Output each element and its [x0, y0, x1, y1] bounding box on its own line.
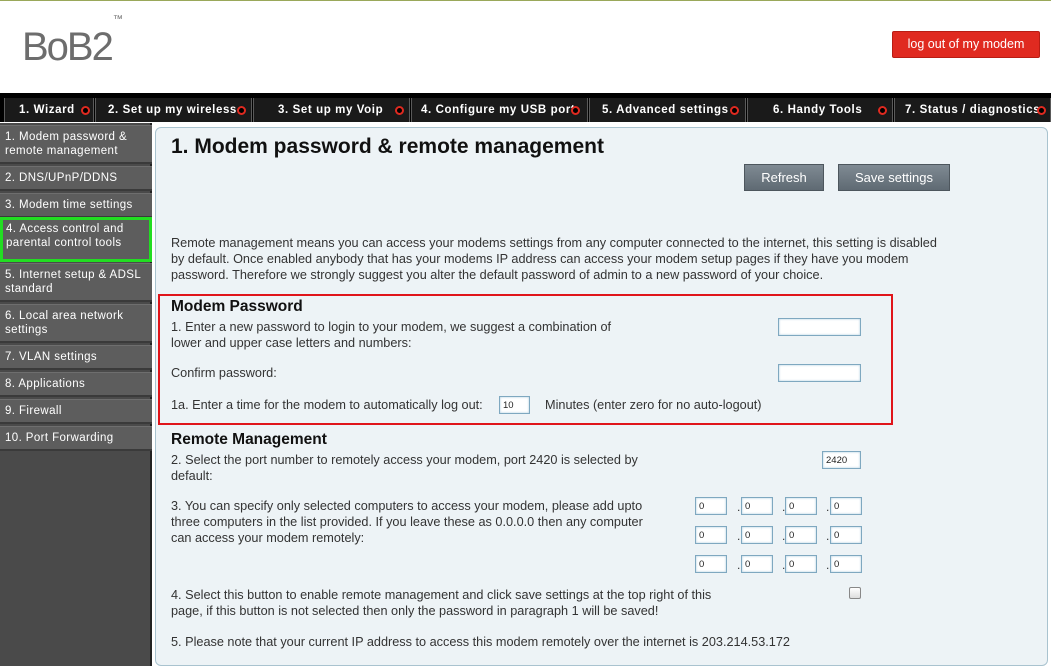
tab-indicator-icon [395, 106, 404, 115]
ip-octet-input[interactable] [830, 555, 862, 573]
tab-advanced[interactable]: 5. Advanced settings [589, 98, 746, 122]
port-text: 2. Select the port number to remotely ac… [171, 453, 638, 483]
sidebar-item-label: 2. DNS/UPnP/DDNS [5, 172, 118, 184]
tab-label: 5. Advanced settings [602, 104, 729, 116]
ip-octet-input[interactable] [695, 497, 727, 515]
logout-button[interactable]: log out of my modem [892, 31, 1040, 58]
sidebar-item-lan[interactable]: 6. Local area network settings [0, 304, 152, 343]
logout-time-label: 1a. Enter a time for the modem to automa… [171, 398, 483, 412]
sidebar-item-internet-setup[interactable]: 5. Internet setup & ADSL standard [0, 263, 152, 302]
logout-time-input[interactable] [499, 396, 530, 414]
ip-separator: . [737, 500, 741, 514]
sidebar-item-label: 10. Port Forwarding [5, 432, 114, 444]
tab-indicator-icon [730, 106, 739, 115]
modem-password-heading: Modem Password [171, 298, 303, 315]
tab-indicator-icon [1037, 106, 1046, 115]
allowed-computers-text: 3. You can specify only selected compute… [171, 499, 643, 545]
sidebar-item-vlan[interactable]: 7. VLAN settings [0, 345, 152, 370]
ip-separator: . [737, 558, 741, 572]
ip-octet-input[interactable] [741, 526, 773, 544]
main-panel: 1. Modem password & remote management Re… [155, 127, 1048, 666]
tab-handy-tools[interactable]: 6. Handy Tools [747, 98, 893, 122]
ip-separator: . [737, 529, 741, 543]
tab-indicator-icon [571, 106, 580, 115]
sidebar-item-label: 1. Modem password & remote management [5, 131, 128, 157]
ip-octet-input[interactable] [785, 526, 817, 544]
enable-remote-text: 4. Select this button to enable remote m… [171, 588, 712, 618]
tab-wizard[interactable]: 1. Wizard [4, 98, 94, 122]
tab-label: 6. Handy Tools [773, 104, 863, 116]
confirm-password-input[interactable] [778, 364, 861, 382]
save-settings-button[interactable]: Save settings [838, 164, 950, 191]
header: BoB2™ log out of my modem [0, 1, 1051, 93]
ip-octet-input[interactable] [830, 497, 862, 515]
refresh-button[interactable]: Refresh [744, 164, 824, 191]
tab-label: 4. Configure my USB port [421, 104, 576, 116]
sidebar-item-label: 3. Modem time settings [5, 199, 133, 211]
tab-label: 1. Wizard [19, 104, 75, 116]
sidebar-item-label: 4. Access control and parental control t… [6, 223, 124, 249]
sidebar-item-port-forwarding[interactable]: 10. Port Forwarding [0, 426, 152, 451]
tab-indicator-icon [237, 106, 246, 115]
tab-status[interactable]: 7. Status / diagnostics [894, 98, 1051, 122]
sidebar-item-dns[interactable]: 2. DNS/UPnP/DDNS [0, 166, 152, 191]
enable-remote-checkbox[interactable] [849, 587, 861, 599]
remote-management-heading: Remote Management [171, 431, 327, 448]
tab-voip[interactable]: 3. Set up my Voip [253, 98, 410, 122]
sidebar-item-firewall[interactable]: 9. Firewall [0, 399, 152, 424]
ip-separator: . [826, 558, 830, 572]
logout-time-hint: Minutes (enter zero for no auto-logout) [545, 398, 762, 412]
sidebar-item-label: 9. Firewall [5, 405, 62, 417]
sidebar-item-label: 8. Applications [5, 378, 86, 390]
current-ip-note: 5. Please note that your current IP addr… [171, 635, 790, 649]
ip-separator: . [826, 529, 830, 543]
sidebar-item-access-control[interactable]: 4. Access control and parental control t… [0, 217, 152, 262]
tab-label: 7. Status / diagnostics [905, 104, 1041, 116]
tab-wireless[interactable]: 2. Set up my wireless [95, 98, 252, 122]
port-input[interactable] [822, 451, 861, 469]
sidebar: 1. Modem password & remote management 2.… [0, 123, 152, 666]
sidebar-item-label: 6. Local area network settings [5, 310, 124, 336]
logo-trademark: ™ [112, 13, 123, 25]
intro-text: Remote management means you can access y… [171, 236, 937, 282]
tab-indicator-icon [81, 106, 90, 115]
top-nav: 1. Wizard 2. Set up my wireless 3. Set u… [0, 93, 1051, 122]
sidebar-item-label: 7. VLAN settings [5, 351, 98, 363]
ip-octet-input[interactable] [695, 526, 727, 544]
sidebar-item-label: 5. Internet setup & ADSL standard [5, 269, 141, 295]
ip-octet-input[interactable] [741, 497, 773, 515]
tab-indicator-icon [878, 106, 887, 115]
ip-octet-input[interactable] [695, 555, 727, 573]
logo: BoB2™ [22, 14, 123, 70]
confirm-password-label: Confirm password: [171, 366, 277, 380]
ip-octet-input[interactable] [785, 555, 817, 573]
ip-octet-input[interactable] [741, 555, 773, 573]
sidebar-item-time[interactable]: 3. Modem time settings [0, 193, 152, 218]
tab-usb[interactable]: 4. Configure my USB port [411, 98, 588, 122]
ip-octet-input[interactable] [830, 526, 862, 544]
tab-label: 2. Set up my wireless [108, 104, 237, 116]
page-title: 1. Modem password & remote management [171, 135, 604, 158]
ip-separator: . [826, 500, 830, 514]
new-password-input[interactable] [778, 318, 861, 336]
logo-text: BoB2 [22, 25, 114, 69]
sidebar-item-applications[interactable]: 8. Applications [0, 372, 152, 397]
ip-octet-input[interactable] [785, 497, 817, 515]
new-password-text: 1. Enter a new password to login to your… [171, 320, 612, 350]
tab-label: 3. Set up my Voip [278, 104, 384, 116]
sidebar-item-modem-password[interactable]: 1. Modem password & remote management [0, 125, 152, 164]
